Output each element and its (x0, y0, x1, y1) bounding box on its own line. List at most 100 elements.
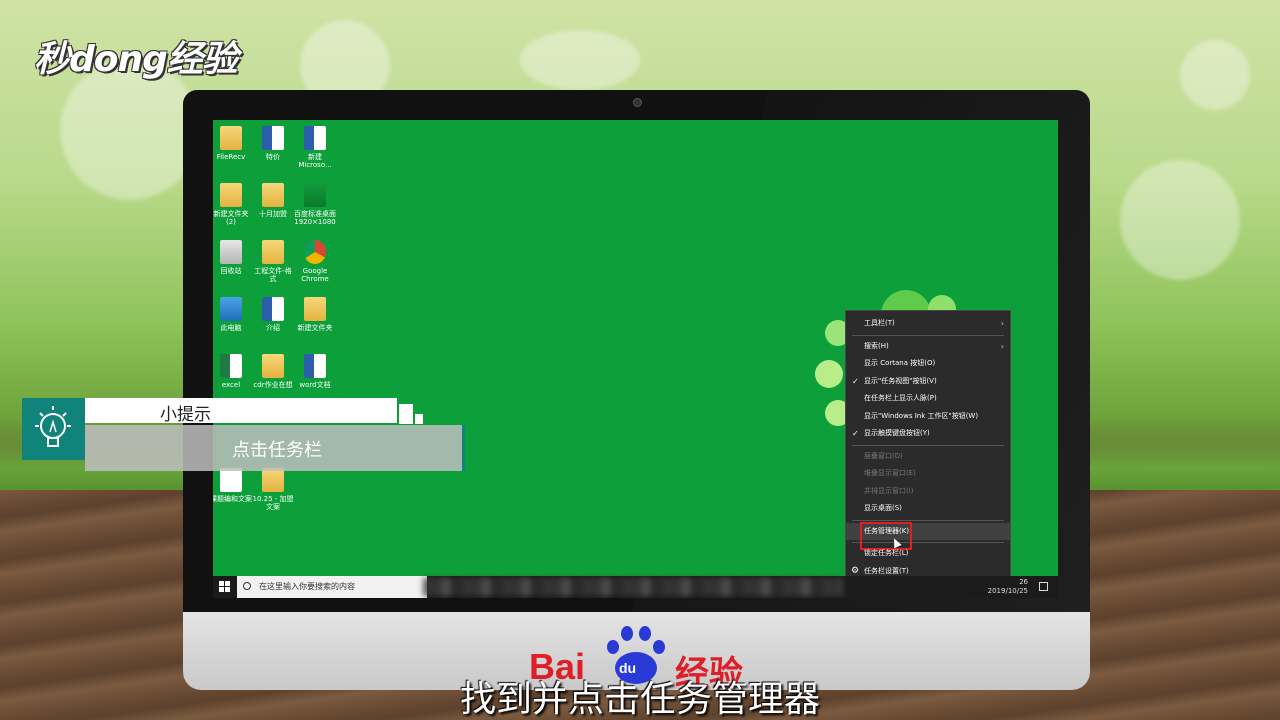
tip-body: 点击任务栏 (85, 425, 465, 471)
menu-item-label: 显示"Windows Ink 工作区"按钮(W) (864, 411, 979, 420)
tray-clock[interactable]: 26 2019/10/25 (988, 578, 1028, 596)
menu-item[interactable]: ✓ 显示触摸键盘按钮(Y) (846, 425, 1010, 443)
desktop-icon[interactable]: 10.25 - 加盟 文案 (251, 468, 295, 511)
desktop-icon[interactable]: 介绍 (251, 297, 295, 332)
menu-item-task-manager[interactable]: 任务管理器(K) (846, 521, 1010, 550)
desktop-icon[interactable]: 百度标准桌面 1920×1080 (293, 183, 337, 226)
lightbulb-icon (35, 406, 71, 447)
tip-text: 点击任务栏 (232, 440, 322, 461)
desktop-icon[interactable]: cdr作业在想 (251, 354, 295, 389)
menu-item: 并排显示窗口(I) (846, 483, 1010, 501)
desktop-icon[interactable]: excel (213, 354, 253, 389)
taskbar-pinned-apps[interactable] (423, 578, 843, 596)
menu-separator (852, 444, 1004, 446)
windows-start-icon[interactable] (219, 581, 231, 593)
menu-item[interactable]: 锁定任务栏(L) (846, 545, 1010, 563)
folder-file-icon (262, 468, 284, 492)
folder-file-icon (304, 297, 326, 321)
folder-file-icon (262, 183, 284, 207)
menu-item-label: 堆叠显示窗口(E) (864, 469, 916, 477)
tip-lightbulb-box (22, 398, 85, 460)
bokeh-light (1120, 160, 1240, 280)
bokeh-light (520, 30, 640, 90)
desktop-icon-label: excel (221, 381, 241, 389)
tip-title: 小提示 (160, 405, 211, 425)
menu-item[interactable]: 搜索(H) › (846, 338, 1010, 356)
monitor: FileRecv 特价 新建 Microso... 新建文件夹 (2) 十月加盟 百度标准… (183, 90, 1090, 694)
menu-item-label: 显示触摸键盘按钮(Y) (864, 429, 930, 437)
desktop-icon-label: 介绍 (266, 324, 280, 332)
tip-decoration (415, 414, 423, 424)
wallpaper-circle (815, 360, 843, 388)
video-subtitle: 找到并点击任务管理器 (459, 679, 820, 720)
tray-time: 26 (1019, 578, 1028, 586)
desktop-icon-label: 课题编和文案 (213, 495, 252, 503)
webcam-icon (633, 98, 642, 107)
desktop-icon[interactable]: 新建文件夹 (2) (213, 183, 253, 226)
word-file-icon (262, 297, 284, 321)
bin-file-icon (220, 240, 242, 264)
chevron-right-icon: › (1000, 341, 1004, 351)
menu-item-label: 显示"任务视图"按钮(V) (864, 376, 937, 385)
desktop-icon[interactable]: Google Chrome (293, 240, 337, 283)
desktop-screen[interactable]: FileRecv 特价 新建 Microso... 新建文件夹 (2) 十月加盟 百度标准… (213, 120, 1058, 598)
excel-file-icon (220, 354, 242, 378)
desktop-icon[interactable]: 十月加盟 (251, 183, 295, 218)
word-file-icon (304, 354, 326, 378)
menu-item-label: 搜索(H) (864, 341, 889, 350)
desktop-icon-label: 10.25 - 加盟 文案 (252, 495, 294, 511)
desktop-icon-label: FileRecv (216, 153, 246, 161)
menu-separator (852, 519, 1004, 521)
desktop-icon-label: cdr作业在想 (253, 381, 293, 389)
menu-item-label: 锁定任务栏(L) (864, 549, 909, 557)
menu-item: 层叠窗口(D) (846, 448, 1010, 466)
desktop-icon[interactable]: 回收站 (213, 240, 253, 275)
folder-file-icon (220, 126, 242, 150)
desktop-icon-label: 特价 (266, 153, 280, 161)
menu-item-label: 任务栏设置(T) (864, 566, 909, 575)
menu-item[interactable]: 在任务栏上显示人脉(P) (846, 390, 1010, 408)
desktop-icon-label: 百度标准桌面 1920×1080 (294, 210, 336, 226)
menu-item-label: 工具栏(T) (864, 319, 895, 327)
pc-file-icon (220, 297, 242, 321)
desktop-icon[interactable]: 新建 Microso... (293, 126, 337, 169)
green-file-icon (304, 183, 326, 207)
menu-item-label: 并排显示窗口(I) (864, 486, 914, 495)
menu-item: 堆叠显示窗口(E) (846, 465, 1010, 483)
checkmark-icon: ✓ (852, 429, 859, 438)
menu-item[interactable]: 显示桌面(S) (846, 500, 1010, 518)
taskbar-search-box[interactable]: 在这里输入你要搜索的内容 (237, 576, 427, 598)
desktop-icon[interactable]: FileRecv (213, 126, 253, 161)
tray-date: 2019/10/25 (987, 587, 1028, 595)
word-file-icon (304, 126, 326, 150)
taskbar[interactable]: 在这里输入你要搜索的内容 26 2019/10/25 (213, 576, 1058, 598)
desktop-icon-label: 工程文件-格 式 (254, 267, 292, 283)
desktop-icon-label: 新建 Microso... (298, 153, 332, 169)
bokeh-light (1180, 40, 1250, 110)
desktop-icon[interactable]: word文档 (293, 354, 337, 389)
menu-item[interactable]: 显示 Cortana 按钮(O) (846, 355, 1010, 373)
desktop-icon[interactable]: 工程文件-格 式 (251, 240, 295, 283)
menu-separator (852, 334, 1004, 336)
menu-item[interactable]: ✓ 显示"任务视图"按钮(V) (846, 373, 1010, 391)
desktop-icon-label: 十月加盟 (259, 210, 287, 218)
search-icon (243, 582, 251, 590)
tip-title-bar: 小提示 (85, 398, 397, 425)
tip-decoration (399, 404, 413, 424)
menu-item[interactable]: 显示"Windows Ink 工作区"按钮(W) (846, 408, 1010, 426)
desktop-icon[interactable]: 特价 (251, 126, 295, 161)
desktop-icon-label: 回收站 (220, 267, 242, 275)
folder-file-icon (262, 240, 284, 264)
desktop-icon[interactable]: 此电脑 (213, 297, 253, 332)
notification-icon[interactable] (1039, 582, 1048, 591)
menu-item[interactable]: 工具栏(T) › (846, 315, 1010, 333)
desktop-icon[interactable]: 课题编和文案 (213, 468, 253, 503)
menu-item-label: 显示桌面(S) (864, 504, 902, 512)
menu-item-label: 在任务栏上显示人脉(P) (864, 394, 937, 402)
desktop-icon-label: Google Chrome (301, 267, 329, 283)
menu-item-label: 层叠窗口(D) (864, 451, 903, 460)
desktop-icon[interactable]: 新建文件夹 (293, 297, 337, 332)
chrome-file-icon (304, 240, 326, 264)
desktop-icon-label: 此电脑 (220, 324, 242, 332)
menu-item-label: 显示 Cortana 按钮(O) (864, 359, 936, 367)
